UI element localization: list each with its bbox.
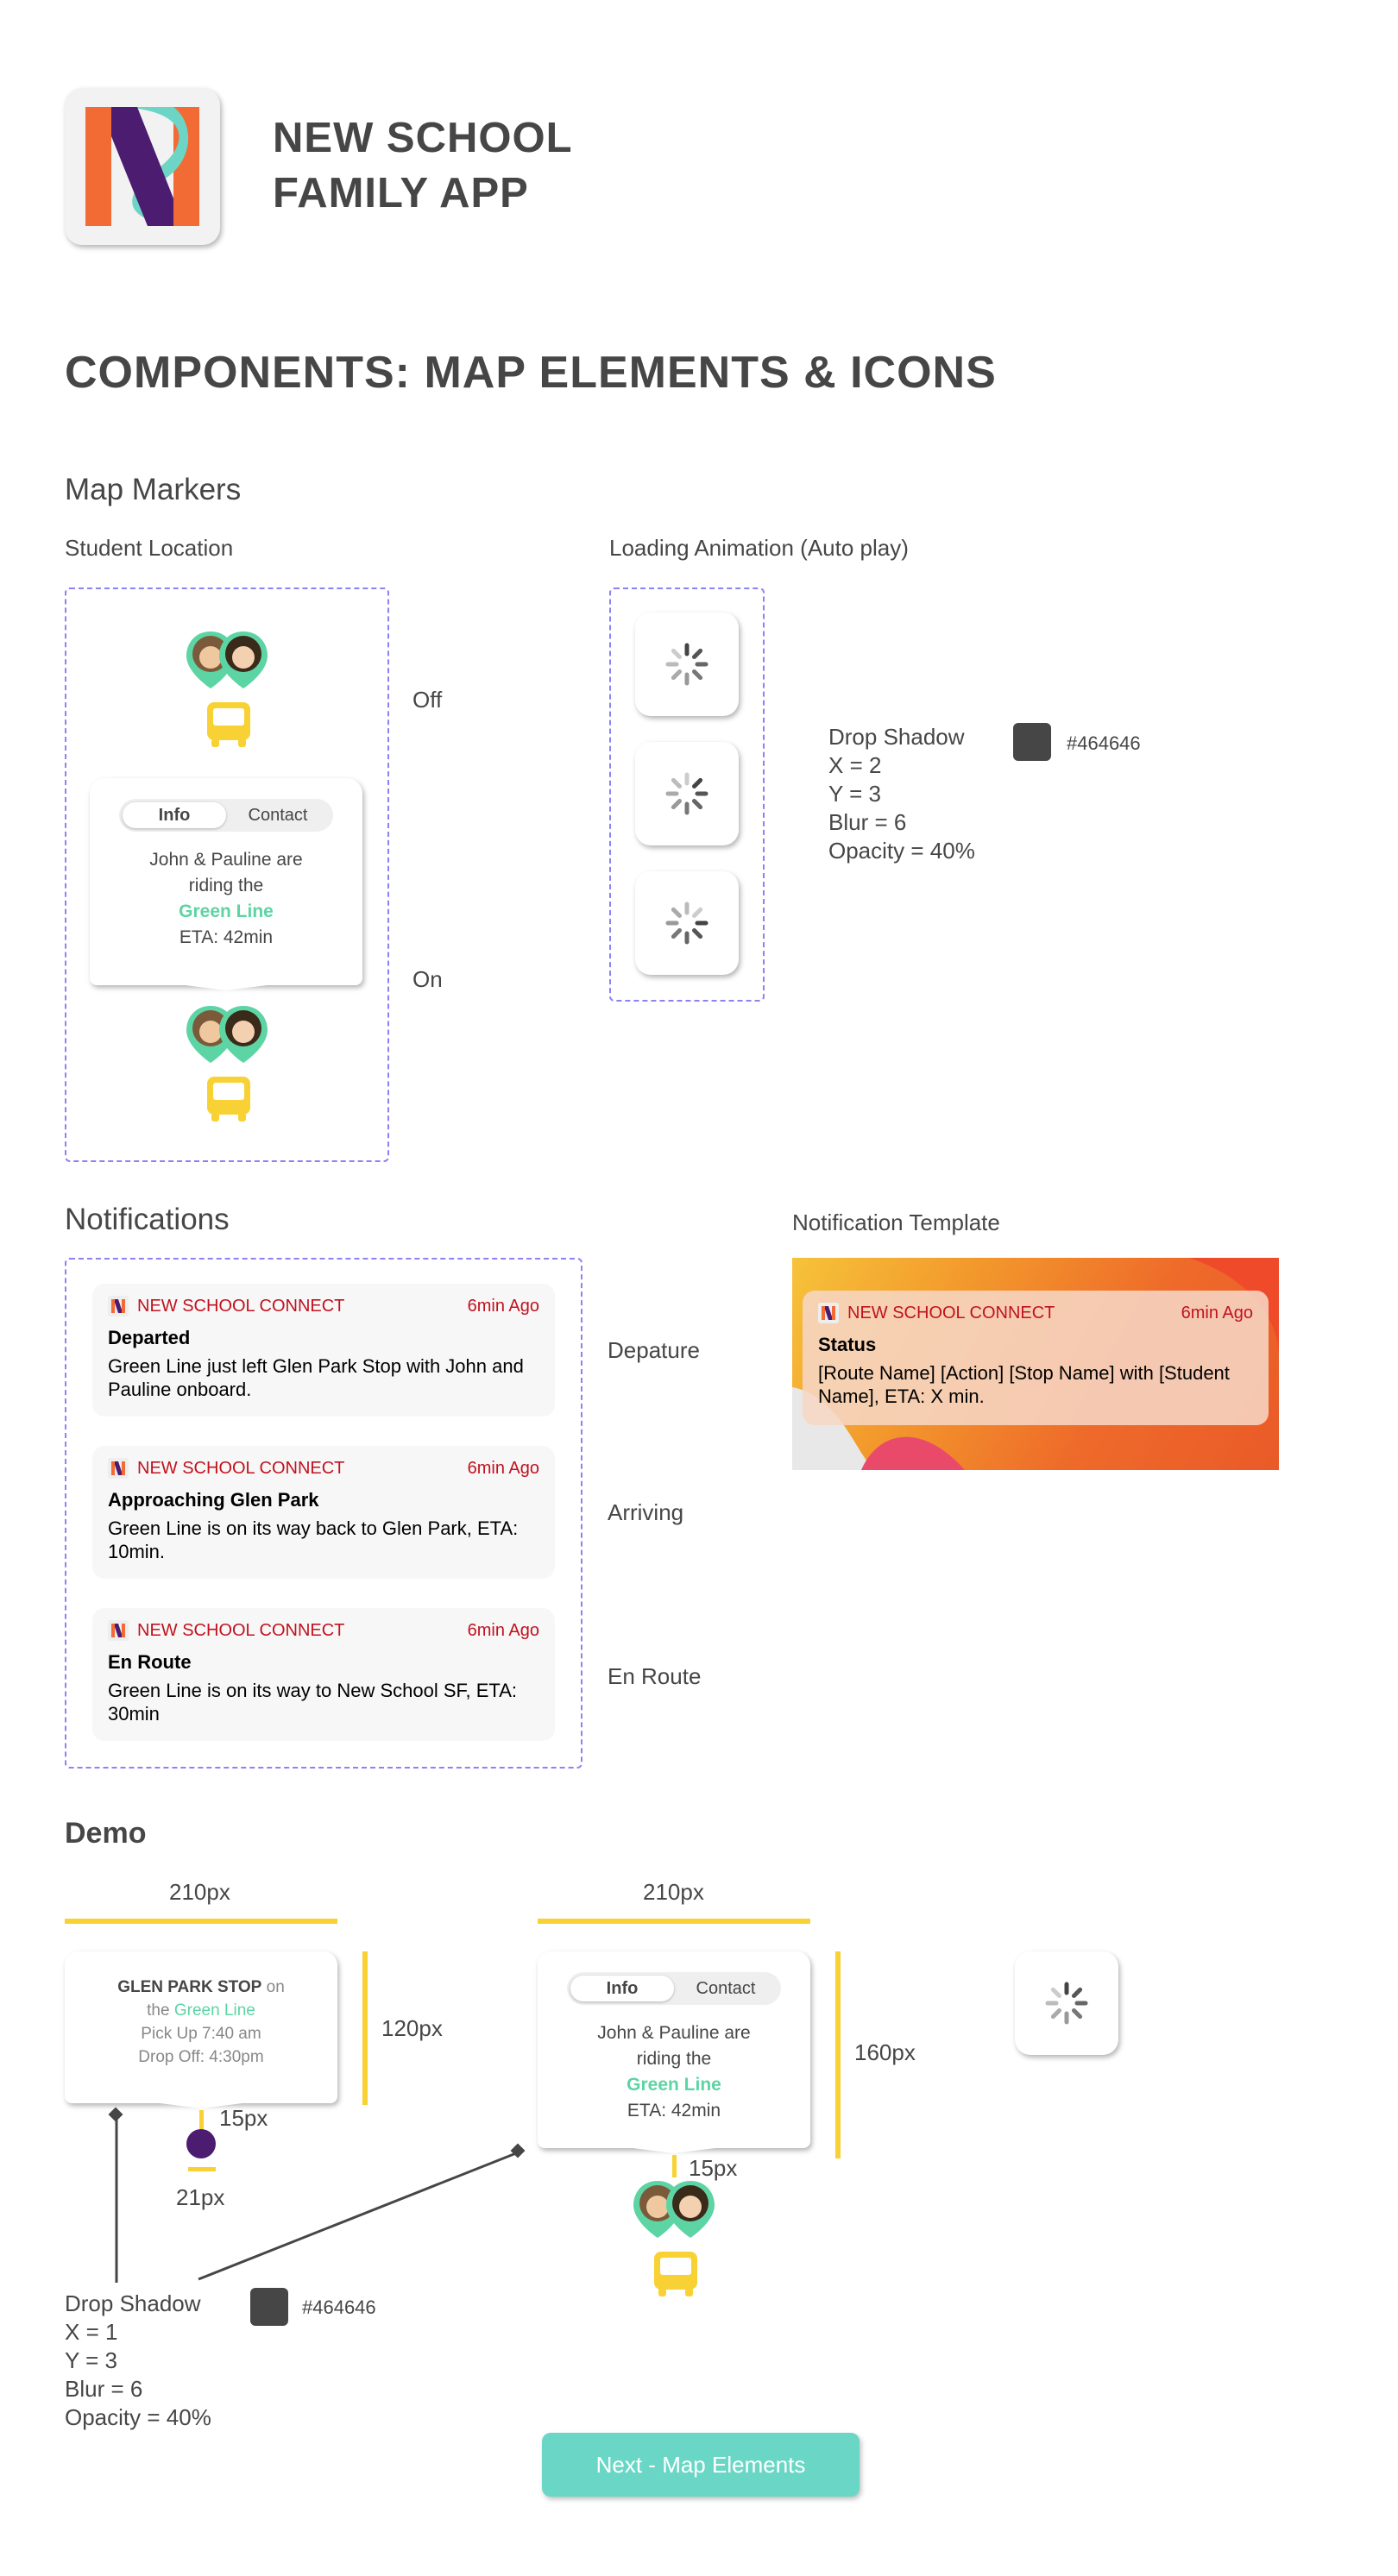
- shadow-spec-title: Drop Shadow: [65, 2290, 201, 2316]
- shadow-spec-opacity: Opacity = 40%: [65, 2404, 211, 2430]
- connector-line: [198, 2150, 521, 2281]
- next-button[interactable]: Next - Map Elements: [542, 2433, 860, 2497]
- shadow-spec-x: X = 1: [65, 2319, 118, 2345]
- color-swatch: [250, 2288, 288, 2326]
- shadow-spec-y: Y = 3: [65, 2347, 117, 2373]
- shadow-spec: Drop Shadow X = 1 Y = 3 Blur = 6 Opacity…: [65, 2290, 211, 2432]
- connector-end: [108, 2107, 123, 2122]
- color-hex: #464646: [302, 2296, 376, 2318]
- annotation-connectors: [108, 2107, 526, 2283]
- shadow-spec-blur: Blur = 6: [65, 2376, 143, 2402]
